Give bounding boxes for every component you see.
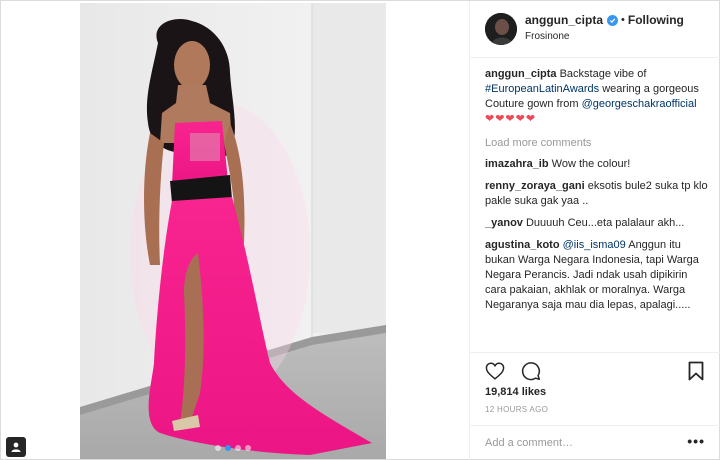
instagram-post-frame: anggun_cipta • Following Frosinone anggu…	[0, 0, 720, 460]
comment-username[interactable]: agustina_koto	[485, 239, 560, 251]
verified-badge-icon	[607, 14, 619, 26]
heart-icon[interactable]	[484, 360, 506, 382]
carousel-dot[interactable]	[215, 445, 221, 451]
comment-username[interactable]: imazahra_ib	[485, 158, 549, 170]
comment-username[interactable]: _yanov	[485, 217, 523, 229]
post-photo[interactable]	[80, 3, 386, 459]
comments-section: anggun_cipta Backstage vibe of #European…	[485, 67, 711, 320]
comment-item: _yanov Duuuuh Ceu...eta palalaur akh...	[485, 216, 711, 231]
post-side-panel: anggun_cipta • Following Frosinone anggu…	[469, 1, 720, 460]
post-image	[80, 3, 386, 459]
post-timestamp: 12 HOURS AGO	[485, 405, 549, 414]
post-location[interactable]: Frosinone	[525, 31, 684, 42]
comment-username[interactable]: renny_zoraya_gani	[485, 180, 585, 192]
comment-text: Wow the colour!	[548, 158, 631, 170]
post-username[interactable]: anggun_cipta	[525, 13, 603, 27]
carousel-dot-active[interactable]	[225, 445, 231, 451]
comment-text: Duuuuh Ceu...eta palalaur akh...	[522, 217, 685, 229]
comment-item: renny_zoraya_gani eksotis bule2 suka tp …	[485, 179, 711, 209]
comment-item: imazahra_ib Wow the colour!	[485, 157, 711, 172]
user-tag-icon[interactable]	[6, 437, 26, 457]
carousel-dots	[80, 445, 386, 451]
carousel-dot[interactable]	[245, 445, 251, 451]
divider	[470, 57, 720, 58]
comment-mention[interactable]: @iis_isma09	[563, 239, 626, 251]
carousel-dot[interactable]	[235, 445, 241, 451]
caption-hashtag[interactable]: #EuropeanLatinAwards	[485, 83, 599, 95]
divider	[470, 352, 720, 353]
following-button[interactable]: Following	[628, 13, 684, 27]
caption-text: Backstage vibe of	[556, 68, 647, 80]
load-more-comments-link[interactable]: Load more comments	[485, 136, 711, 151]
caption-username[interactable]: anggun_cipta	[485, 68, 557, 80]
comment-item: agustina_koto @iis_isma09 Anggun itu buk…	[485, 238, 711, 313]
post-header: anggun_cipta • Following Frosinone	[485, 11, 711, 47]
bookmark-icon[interactable]	[685, 360, 707, 382]
comment-icon[interactable]	[520, 360, 542, 382]
post-caption: anggun_cipta Backstage vibe of #European…	[485, 67, 711, 127]
post-actions	[484, 359, 707, 383]
more-options-icon[interactable]: •••	[687, 433, 705, 449]
avatar[interactable]	[485, 13, 517, 45]
add-comment-input[interactable]: Add a comment…	[485, 437, 665, 449]
likes-count[interactable]: 19,814 likes	[485, 386, 546, 398]
header-separator: •	[621, 14, 625, 26]
caption-mention[interactable]: @georgeschakraofficial	[582, 98, 697, 110]
caption-hearts: ❤❤❤❤❤	[485, 113, 537, 125]
divider	[470, 425, 720, 426]
